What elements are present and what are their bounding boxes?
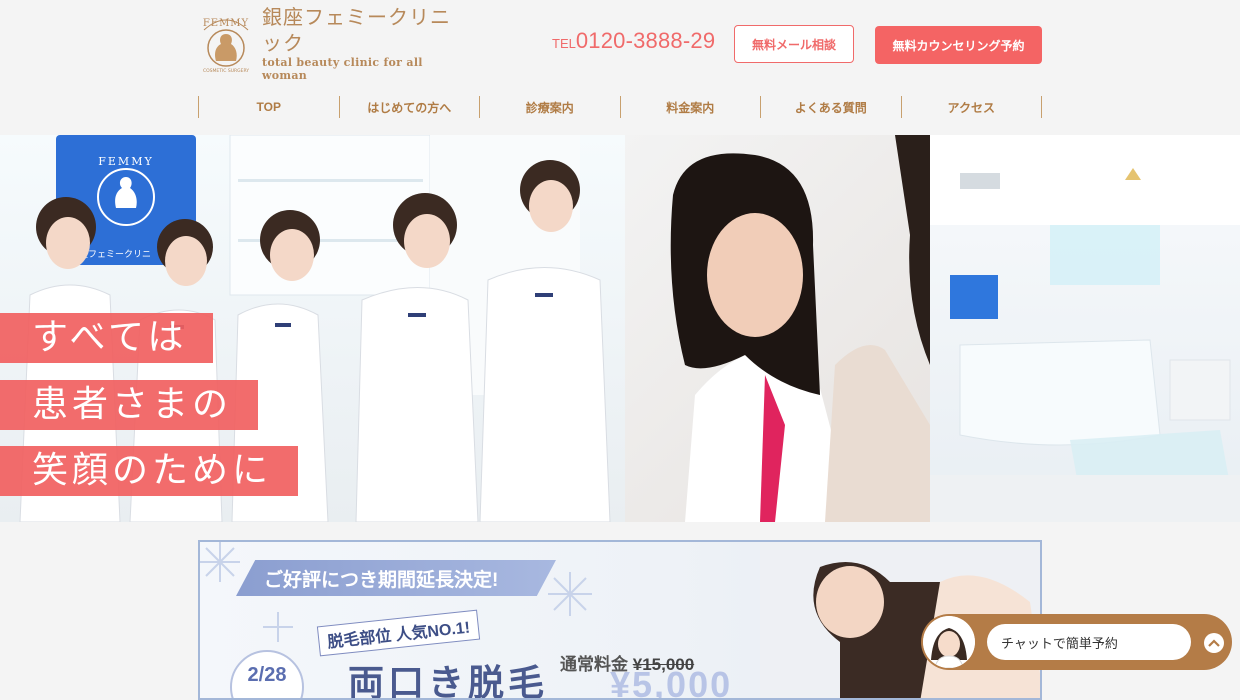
svg-text:COSMETIC SURGERY: COSMETIC SURGERY [203, 68, 249, 74]
hero-catch-line-1: すべては [0, 313, 214, 363]
campaign-price: ¥5,000 [610, 664, 733, 700]
femmy-emblem-icon: FEMMY COSMETIC SURGERY [198, 12, 254, 74]
nav-item-prices[interactable]: 料金案内 [619, 96, 761, 118]
hero-slider: FEMMY 銀座フェミークリニ すべては 患者さまの 笑顔のために [0, 135, 1240, 522]
tel-number: 0120-3888-29 [575, 28, 716, 53]
hero-catch-line-2: 患者さまの [0, 380, 259, 430]
phone-number[interactable]: TEL 0120-3888-29 [552, 28, 715, 54]
nav-item-access[interactable]: アクセス [900, 96, 1042, 118]
tel-prefix: TEL [552, 36, 576, 51]
clinic-logo[interactable]: FEMMY COSMETIC SURGERY 銀座フェミークリニック total… [198, 5, 468, 82]
nav-item-first-time[interactable]: はじめての方へ [338, 96, 480, 118]
nav-item-faq[interactable]: よくある質問 [760, 96, 901, 118]
chat-avatar-icon [923, 616, 975, 668]
chat-booking-label[interactable]: チャットで簡単予約 [987, 624, 1191, 660]
clinic-interior-photo [930, 135, 1240, 522]
clinic-name: 銀座フェミークリニック [262, 5, 451, 55]
promo-banner[interactable]: ご好評につき期間延長決定! 脱毛部位 人気NO.1! 2/28 両口き脱毛 通常… [198, 540, 1042, 700]
hero-catch-line-3: 笑顔のために [0, 446, 299, 496]
nav-item-top[interactable]: TOP [198, 96, 339, 118]
main-nav: TOP はじめての方へ 診療案内 料金案内 よくある質問 アクセス [198, 96, 1042, 118]
site-header: FEMMY COSMETIC SURGERY 銀座フェミークリニック total… [0, 0, 1240, 135]
staff-photo: FEMMY 銀座フェミークリニ すべては 患者さまの 笑顔のために [0, 135, 625, 522]
extension-ribbon: ご好評につき期間延長決定! [236, 560, 556, 596]
svg-text:FEMMY: FEMMY [203, 18, 249, 29]
chat-widget[interactable]: チャットで簡単予約 [921, 614, 1232, 670]
campaign-title: 両口き脱毛 [348, 662, 549, 700]
free-mail-consult-button[interactable]: 無料メール相談 [734, 25, 854, 63]
doctor-photo [625, 135, 930, 522]
chevron-up-icon[interactable] [1204, 633, 1224, 653]
svg-text:FEMMY: FEMMY [98, 155, 153, 168]
nav-item-treatments[interactable]: 診療案内 [479, 96, 620, 118]
clinic-tagline: total beauty clinic for all woman [262, 56, 423, 82]
free-counseling-booking-button[interactable]: 無料カウンセリング予約 [875, 26, 1042, 64]
